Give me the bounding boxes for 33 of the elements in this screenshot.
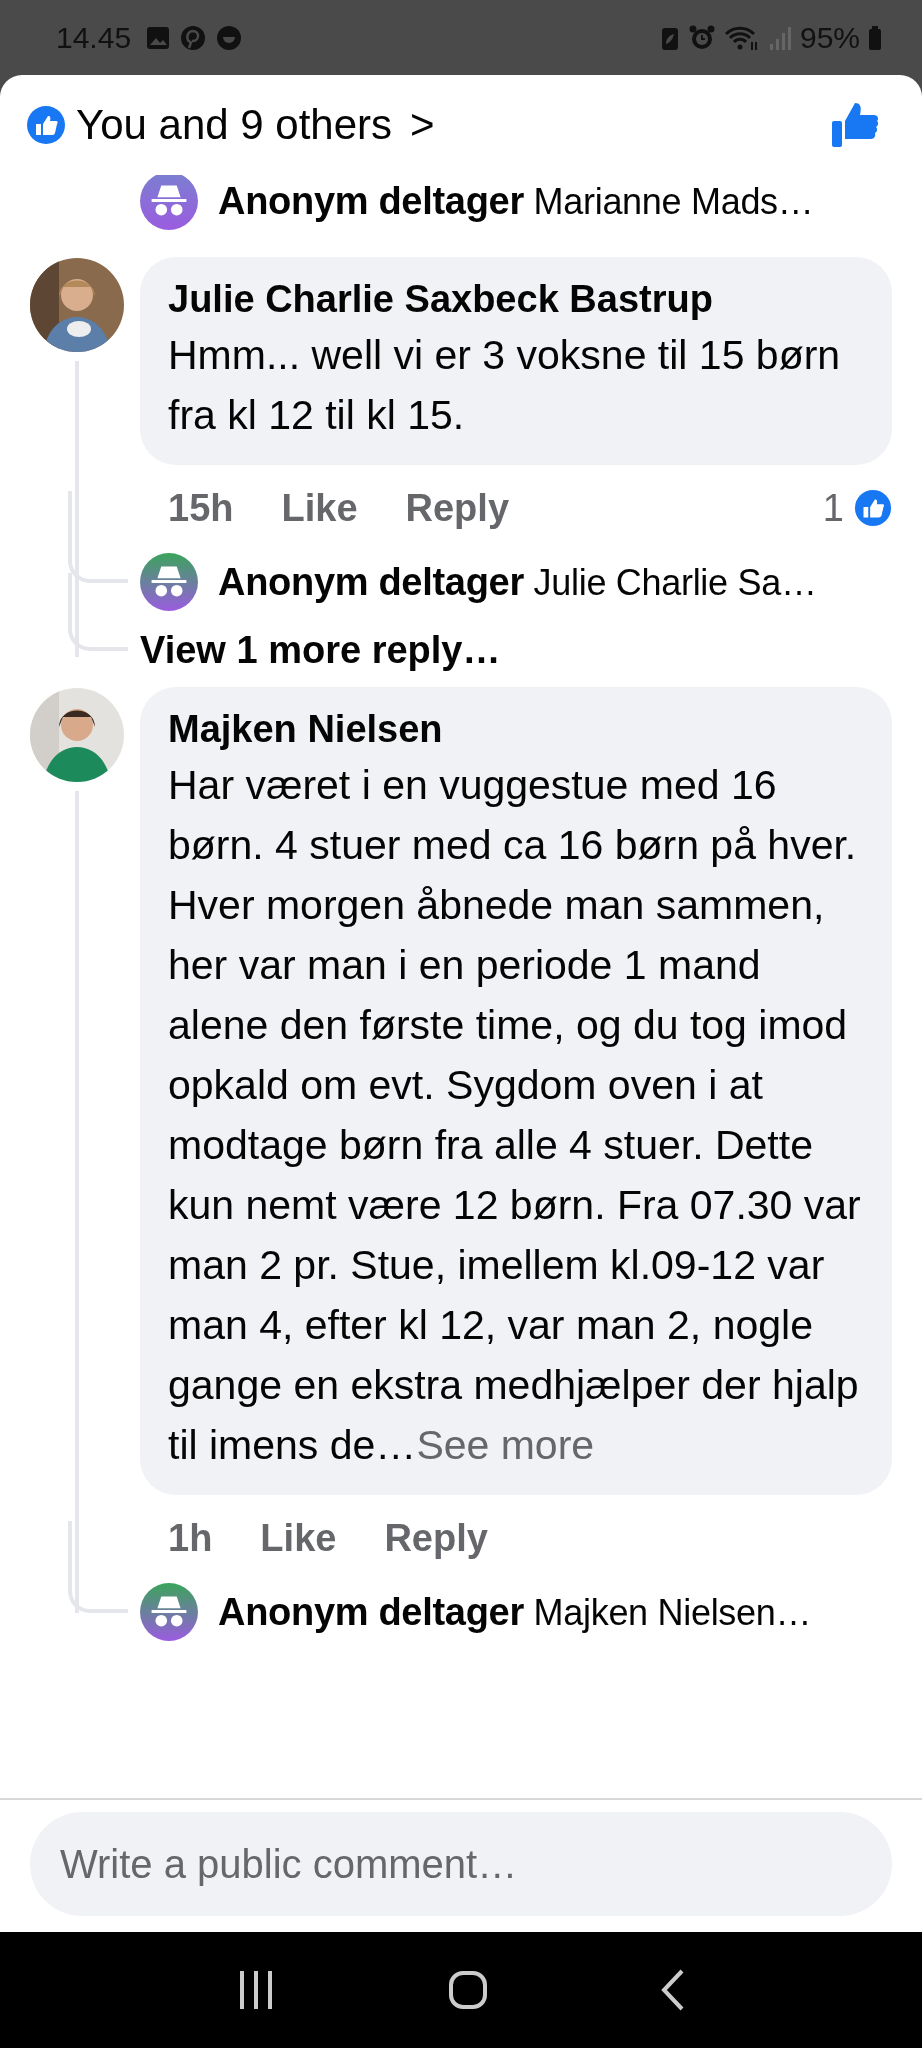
pin-icon (179, 23, 208, 52)
alarm-icon (687, 23, 716, 52)
reply-button[interactable]: Reply (405, 486, 509, 530)
battery-percent: 95% (799, 20, 860, 55)
see-more-link[interactable]: See more (416, 1422, 595, 1468)
battery-icon (868, 23, 882, 52)
back-icon[interactable] (660, 1968, 686, 2012)
like-reaction-icon (26, 105, 66, 145)
comment-text: Har været i en vuggestue med 16 børn. 4 stuer med ca 16 børn på hver. Hver morgen åbnede man sammen, her var man i en periode 1 mand alene den første time, og du tog imod opkald om evt. Sygdom oven i at modtage børn fra alle 4 stuer. Dette kun nemt være 12 børn. Fra 07.30 var man 2 pr. Stue, imellem kl.09-12 var man 4, efter kl 12, var man 2, nogle gange en ekstra medhjælper der hjalp til imens de…See more (168, 761, 862, 1470)
like-button[interactable]: Like (260, 1516, 337, 1560)
reactions-summary[interactable]: You and 9 others (76, 101, 393, 149)
comment-input-field[interactable]: Write a public comment… (30, 1812, 892, 1916)
reply-preview[interactable]: Anonym deltager Julie Charlie Sa… (218, 560, 817, 604)
comment-time: 15h (168, 486, 234, 530)
anonymous-avatar[interactable] (140, 1583, 198, 1641)
like-button[interactable]: Like (281, 486, 358, 530)
like-reaction-icon (854, 489, 892, 527)
anonymous-avatar[interactable] (140, 175, 198, 230)
reply-preview[interactable]: Anonym deltager Marianne Mads… (218, 179, 814, 223)
chevron-icon[interactable]: > (410, 101, 435, 149)
image-icon (145, 24, 172, 51)
smiley-icon (215, 23, 244, 52)
reaction-count[interactable]: 1 (822, 486, 844, 530)
reply-preview[interactable]: Anonym deltager Majken Nielsen… (218, 1590, 812, 1634)
view-more-replies-link[interactable]: View 1 more reply… (140, 628, 501, 672)
status-time: 14.45 (56, 20, 132, 55)
reply-button[interactable]: Reply (384, 1516, 488, 1560)
home-icon[interactable] (448, 1970, 488, 2010)
comment-author[interactable]: Majken Nielsen (168, 703, 868, 755)
comment-author[interactable]: Julie Charlie Saxbeck Bastrup (168, 273, 868, 325)
comment-text: Hmm... well vi er 3 voksne til 15 børn fra kl 12 til kl 15. (168, 331, 842, 440)
comment-time: 1h (168, 1516, 213, 1560)
anonymous-avatar[interactable] (140, 553, 198, 611)
